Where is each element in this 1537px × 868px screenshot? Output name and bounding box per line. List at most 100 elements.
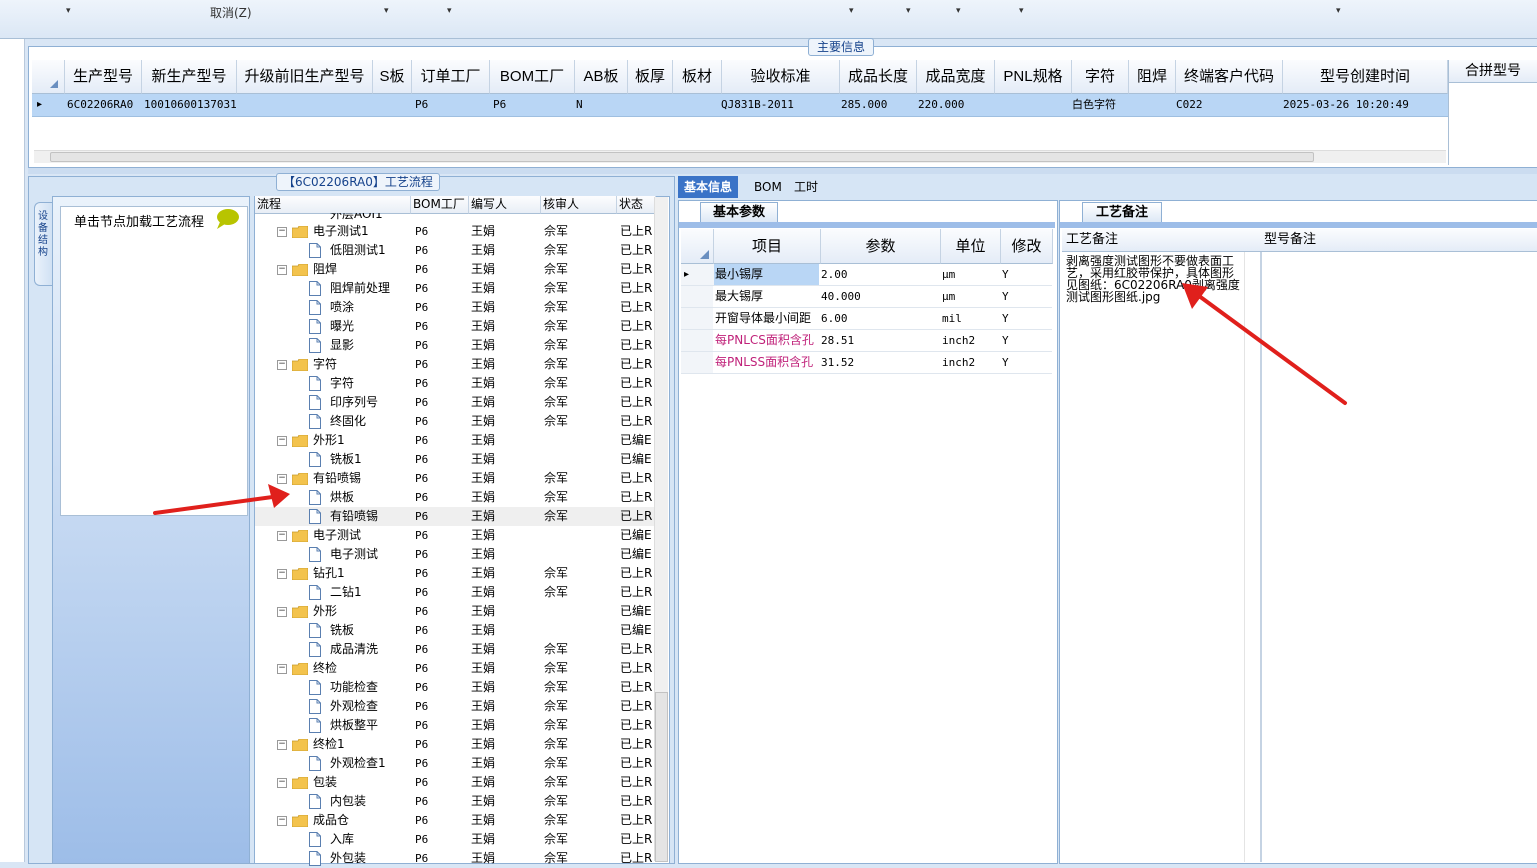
param-unit-cell[interactable]: μm: [942, 264, 998, 285]
tree-row[interactable]: 印序列号 P6 王娟 佘军 已上R: [255, 393, 654, 412]
param-unit-cell[interactable]: μm: [942, 286, 998, 307]
col-header[interactable]: 参数: [821, 229, 941, 264]
created-time-cell[interactable]: 2025-03-26 10:20:49: [1280, 94, 1443, 116]
new-production-model-cell[interactable]: 10010600137031: [141, 94, 238, 116]
dropdown-arrow-icon[interactable]: ▾: [66, 6, 71, 16]
acceptance-standard-cell[interactable]: QJ831B-2011: [718, 94, 831, 116]
order-factory-cell[interactable]: P6: [412, 94, 475, 116]
tree-row[interactable]: − 外形1 P6 王娟 已编E: [255, 431, 654, 450]
col-header[interactable]: 升级前旧生产型号: [237, 60, 373, 94]
col-header[interactable]: 字符: [1072, 60, 1129, 94]
tree-row[interactable]: − 有铅喷锡 P6 王娟 佘军 已上R: [255, 469, 654, 488]
tree-row[interactable]: 功能检查 P6 王娟 佘军 已上R: [255, 678, 654, 697]
param-item-cell[interactable]: 最小锡厚: [714, 264, 819, 285]
tab-bom[interactable]: BOM: [748, 176, 788, 198]
col-header[interactable]: 新生产型号: [142, 60, 237, 94]
basic-params-tab[interactable]: 基本参数: [700, 202, 778, 223]
tab-hours[interactable]: 工时: [788, 176, 824, 198]
tree-row[interactable]: 电子测试 P6 王娟 已编E: [255, 545, 654, 564]
tree-row[interactable]: 烘板 P6 王娟 佘军 已上R: [255, 488, 654, 507]
col-header[interactable]: 板材: [673, 60, 722, 94]
col-header[interactable]: 流程: [255, 196, 411, 214]
dropdown-arrow-icon[interactable]: ▾: [956, 6, 961, 16]
ab-board-cell[interactable]: N: [573, 94, 616, 116]
param-value-cell[interactable]: 31.52: [821, 352, 938, 373]
col-header[interactable]: 单位: [941, 229, 1001, 264]
tree-row[interactable]: − 成品仓 P6 王娟 佘军 已上R: [255, 811, 654, 830]
dropdown-arrow-icon[interactable]: ▾: [1019, 6, 1024, 16]
param-unit-cell[interactable]: mil: [942, 308, 998, 329]
col-header[interactable]: 项目: [714, 229, 821, 264]
tree-row[interactable]: 铣板 P6 王娟 已编E: [255, 621, 654, 640]
tree-row[interactable]: − 阻焊 P6 王娟 佘军 已上R: [255, 260, 654, 279]
production-model-cell[interactable]: 6C02206RA0: [64, 94, 143, 116]
node-hint-box[interactable]: [60, 206, 248, 516]
collapse-toggle-icon[interactable]: −: [277, 569, 287, 579]
collapse-toggle-icon[interactable]: −: [277, 816, 287, 826]
col-header[interactable]: BOM工厂: [411, 196, 469, 214]
character-cell[interactable]: 白色字符: [1069, 94, 1128, 116]
tree-row[interactable]: − 字符 P6 王娟 佘军 已上R: [255, 355, 654, 374]
col-header[interactable]: 终端客户代码: [1176, 60, 1283, 94]
param-item-cell[interactable]: 每PNLSS面积含孔: [715, 352, 819, 373]
scrollbar-thumb[interactable]: [655, 692, 668, 862]
param-modify-cell[interactable]: Y: [1002, 286, 1050, 307]
dropdown-arrow-icon[interactable]: ▾: [1336, 6, 1341, 16]
col-header[interactable]: 订单工厂: [412, 60, 490, 94]
tree-row[interactable]: − 外形 P6 王娟 已编E: [255, 602, 654, 621]
col-header[interactable]: PNL规格: [995, 60, 1072, 94]
tree-row[interactable]: 外观检查 P6 王娟 佘军 已上R: [255, 697, 654, 716]
collapse-toggle-icon[interactable]: −: [277, 778, 287, 788]
param-item-cell[interactable]: 每PNLCS面积含孔: [715, 330, 819, 351]
tree-row[interactable]: 烘板整平 P6 王娟 佘军 已上R: [255, 716, 654, 735]
col-header[interactable]: 生产型号: [65, 60, 142, 94]
param-modify-cell[interactable]: Y: [1002, 352, 1050, 373]
tree-row[interactable]: 显影 P6 王娟 佘军 已上R: [255, 336, 654, 355]
tree-row[interactable]: − 终检1 P6 王娟 佘军 已上R: [255, 735, 654, 754]
tree-row[interactable]: 成品清洗 P6 王娟 佘军 已上R: [255, 640, 654, 659]
col-header[interactable]: 验收标准: [722, 60, 840, 94]
col-header[interactable]: 状态: [617, 196, 656, 214]
collapse-toggle-icon[interactable]: −: [277, 227, 287, 237]
equipment-structure-tab[interactable]: 设备结构: [34, 202, 53, 286]
col-header[interactable]: 阻焊: [1129, 60, 1176, 94]
tree-row[interactable]: 终固化 P6 王娟 佘军 已上R: [255, 412, 654, 431]
tree-row[interactable]: 外包装 P6 王娟 佘军 已上R: [255, 849, 654, 868]
param-row[interactable]: 每PNLCS面积含孔 28.51 inch2 Y: [681, 330, 1052, 352]
tree-row[interactable]: − 电子测试1 P6 王娟 佘军 已上R: [255, 222, 654, 241]
param-row[interactable]: 最大锡厚 40.000 μm Y: [681, 286, 1052, 308]
collapse-toggle-icon[interactable]: −: [277, 360, 287, 370]
tree-row[interactable]: − 电子测试 P6 王娟 已编E: [255, 526, 654, 545]
dropdown-arrow-icon[interactable]: ▾: [447, 6, 452, 16]
tree-row[interactable]: 低阻测试1 P6 王娟 佘军 已上R: [255, 241, 654, 260]
param-value-cell[interactable]: 28.51: [821, 330, 938, 351]
param-row[interactable]: 开窗导体最小间距 6.00 mil Y: [681, 308, 1052, 330]
col-header[interactable]: 修改: [1001, 229, 1053, 264]
tree-row[interactable]: − 钻孔1 P6 王娟 佘军 已上R: [255, 564, 654, 583]
col-header[interactable]: 成品长度: [840, 60, 917, 94]
param-value-cell[interactable]: 6.00: [821, 308, 938, 329]
param-unit-cell[interactable]: inch2: [942, 330, 998, 351]
product-length-cell[interactable]: 285.000: [838, 94, 917, 116]
tree-row[interactable]: 外观检查1 P6 王娟 佘军 已上R: [255, 754, 654, 773]
tree-row[interactable]: 入库 P6 王娟 佘军 已上R: [255, 830, 654, 849]
tab-basic-info[interactable]: 基本信息: [678, 176, 739, 198]
tree-row[interactable]: 曝光 P6 王娟 佘军 已上R: [255, 317, 654, 336]
param-value-cell[interactable]: 40.000: [821, 286, 938, 307]
tree-row[interactable]: 铣板1 P6 王娟 已编E: [255, 450, 654, 469]
col-header[interactable]: 型号创建时间: [1283, 60, 1448, 94]
cancel-button[interactable]: 取消(Z): [210, 4, 252, 21]
param-row[interactable]: ▸ 最小锡厚 2.00 μm Y: [681, 264, 1052, 286]
col-header[interactable]: 板厚: [628, 60, 673, 94]
collapse-toggle-icon[interactable]: −: [277, 740, 287, 750]
tree-row[interactable]: 阻焊前处理 P6 王娟 佘军 已上R: [255, 279, 654, 298]
param-item-cell[interactable]: 最大锡厚: [715, 286, 819, 307]
tree-row[interactable]: 内包装 P6 王娟 佘军 已上R: [255, 792, 654, 811]
dropdown-arrow-icon[interactable]: ▾: [906, 6, 911, 16]
collapse-toggle-icon[interactable]: −: [277, 436, 287, 446]
collapse-toggle-icon[interactable]: −: [277, 265, 287, 275]
collapse-toggle-icon[interactable]: −: [277, 607, 287, 617]
dropdown-arrow-icon[interactable]: ▾: [849, 6, 854, 16]
param-unit-cell[interactable]: inch2: [942, 352, 998, 373]
col-header[interactable]: 编写人: [469, 196, 541, 214]
